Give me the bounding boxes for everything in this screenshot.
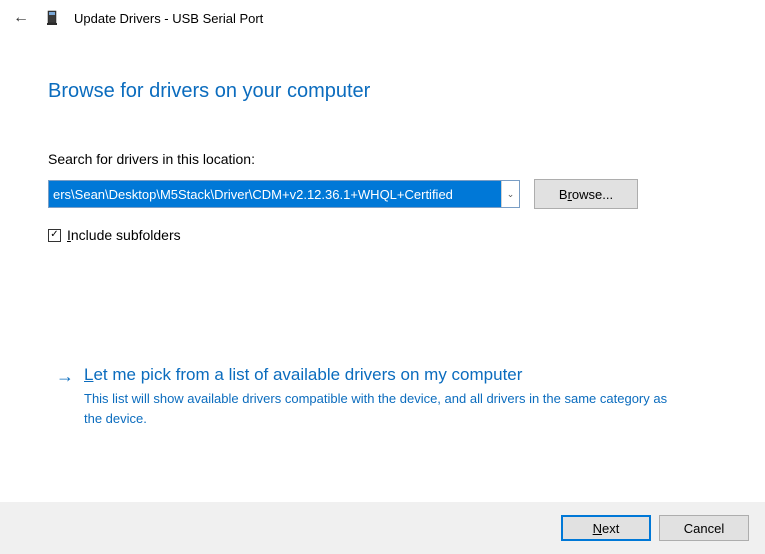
arrow-right-icon: → (56, 365, 72, 428)
content-area: Browse for drivers on your computer Sear… (0, 36, 765, 428)
pick-from-list-option[interactable]: → Let me pick from a list of available d… (48, 365, 717, 428)
option-description: This list will show available drivers co… (84, 389, 674, 428)
footer-bar: Next Cancel (0, 502, 765, 554)
include-subfolders-row[interactable]: ✓ Include subfolders (48, 227, 717, 243)
window-title: Update Drivers - USB Serial Port (74, 11, 263, 26)
path-row: ⌄ Browse... (48, 179, 717, 209)
titlebar: ← Update Drivers - USB Serial Port (0, 0, 765, 36)
search-location-label: Search for drivers in this location: (48, 151, 717, 167)
browse-button[interactable]: Browse... (534, 179, 638, 209)
path-combobox[interactable]: ⌄ (48, 180, 520, 208)
option-text: Let me pick from a list of available dri… (84, 365, 717, 428)
path-input[interactable] (49, 181, 501, 207)
page-heading: Browse for drivers on your computer (48, 80, 717, 103)
include-subfolders-checkbox[interactable]: ✓ (48, 229, 61, 242)
back-arrow-icon[interactable]: ← (12, 9, 30, 27)
next-button[interactable]: Next (561, 515, 651, 541)
option-title: Let me pick from a list of available dri… (84, 365, 717, 385)
chevron-down-icon[interactable]: ⌄ (501, 181, 519, 207)
device-icon (44, 10, 60, 26)
cancel-button[interactable]: Cancel (659, 515, 749, 541)
include-subfolders-label: Include subfolders (67, 227, 181, 243)
